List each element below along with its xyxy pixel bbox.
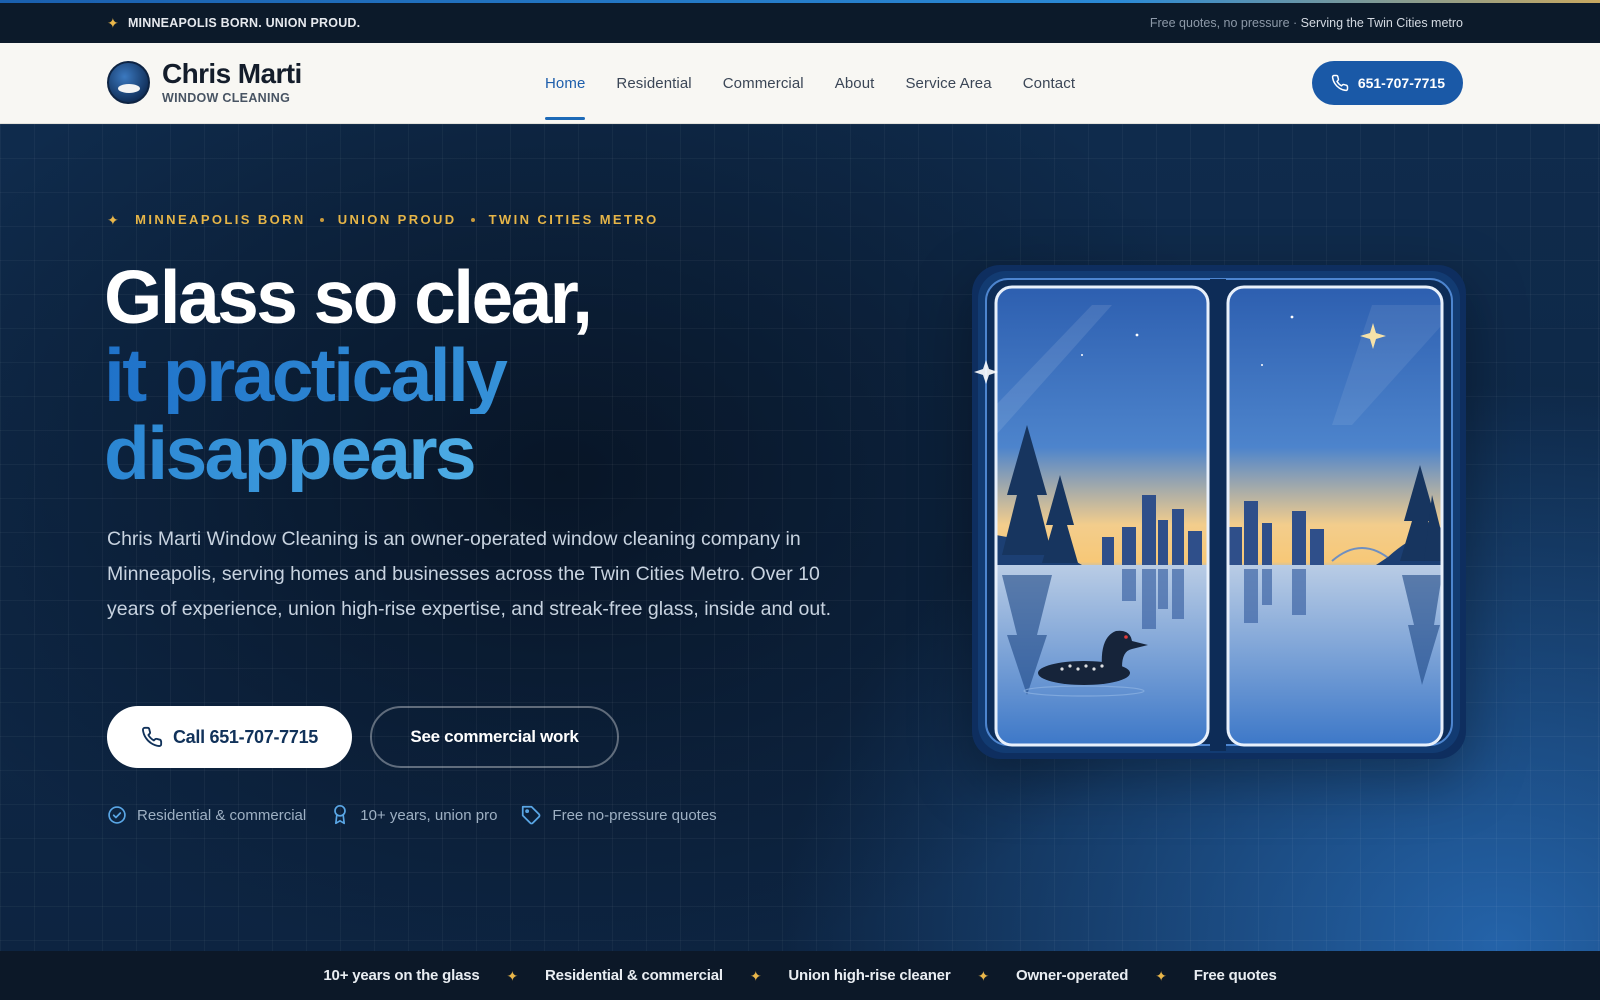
nav-item-residential[interactable]: Residential [616,43,691,124]
nav-item-commercial[interactable]: Commercial [723,43,804,124]
feature-item: 10+ years, union pro [330,804,497,826]
feature-label: 10+ years, union pro [360,806,498,824]
sparkle-icon: ✦ [749,967,762,984]
main-nav: Home Residential Commercial About Servic… [545,43,1075,124]
nav-item-about[interactable]: About [835,43,875,124]
headline-line-2: it practically [104,336,590,414]
header-phone-number: 651-707-7715 [1357,75,1445,91]
commercial-work-button[interactable]: See commercial work [370,706,619,768]
trust-item: Free quotes [1193,967,1277,984]
trust-item: 10+ years on the glass [323,967,480,984]
call-cta-button[interactable]: Call 651-707-7715 [107,706,352,768]
feature-item: Residential & commercial [107,804,306,826]
sparkle-icon: ✦ [1155,967,1167,984]
nav-item-home[interactable]: Home [545,43,586,124]
check-circle-icon [108,806,126,824]
hero-features: Residential & commercial 10+ years, unio… [107,804,717,826]
window-scene-image [974,271,1460,753]
trust-strip: 10+ years on the glass ✦ Residential & c… [0,951,1600,1000]
loon-logo-icon [107,61,150,104]
site-header: Chris Marti WINDOW CLEANING Home Residen… [0,43,1600,124]
hero-eyebrow: ✦ MINNEAPOLIS BORN UNION PROUD TWIN CITI… [107,212,659,227]
headline-line-3: disappears [104,414,590,492]
hero-section: ✦ MINNEAPOLIS BORN UNION PROUD TWIN CITI… [0,124,1600,951]
sparkle-icon: ✦ [107,15,119,31]
trust-item: Owner-operated [1016,967,1129,984]
sparkle-icon: ✦ [107,211,122,228]
call-cta-label: Call 651-707-7715 [172,726,318,747]
trust-item: Union high-rise cleaner [788,967,951,984]
sparkle-icon: ✦ [506,967,519,984]
feature-label: Residential & commercial [137,806,307,824]
eyebrow-item: UNION PROUD [337,212,457,227]
brand-text: Chris Marti WINDOW CLEANING [162,58,302,106]
announcement-tagline: MINNEAPOLIS BORN. UNION PROUD. [127,16,361,30]
window-illustration [972,265,1466,759]
announcement-service-area: Serving the Twin Cities metro [1300,16,1463,30]
announcement-right: Free quotes, no pressure · Serving the T… [1150,16,1463,30]
feature-item: Free no-pressure quotes [521,804,717,826]
eyebrow-separator [319,217,324,222]
eyebrow-item: TWIN CITIES METRO [488,212,659,227]
eyebrow-separator [470,217,475,222]
tag-icon [522,805,541,824]
nav-item-service-area[interactable]: Service Area [905,43,991,124]
feature-label: Free no-pressure quotes [552,806,717,824]
sparkle-icon: ✦ [977,967,989,984]
award-ribbon-icon [334,804,347,825]
announcement-left: ✦ MINNEAPOLIS BORN. UNION PROUD. [107,16,360,30]
nav-item-contact[interactable]: Contact [1023,43,1075,124]
eyebrow-item: MINNEAPOLIS BORN [135,212,306,227]
brand-logo[interactable]: Chris Marti WINDOW CLEANING [107,60,302,105]
announcement-quotes-text: Free quotes, no pressure · [1149,16,1298,30]
headline-line-1: Glass so clear, [104,255,593,339]
phone-icon [141,726,163,747]
brand-name: Chris Marti [162,58,302,89]
phone-icon [1331,74,1349,92]
header-call-button[interactable]: 651-707-7715 [1311,61,1463,105]
trust-item: Residential & commercial [545,967,723,984]
announcement-bar: ✦ MINNEAPOLIS BORN. UNION PROUD. Free qu… [0,3,1600,43]
brand-subtitle: WINDOW CLEANING [162,91,291,105]
hero-headline: Glass so clear, it practically disappear… [104,255,593,492]
hero-description: Chris Marti Window Cleaning is an owner-… [107,528,832,620]
